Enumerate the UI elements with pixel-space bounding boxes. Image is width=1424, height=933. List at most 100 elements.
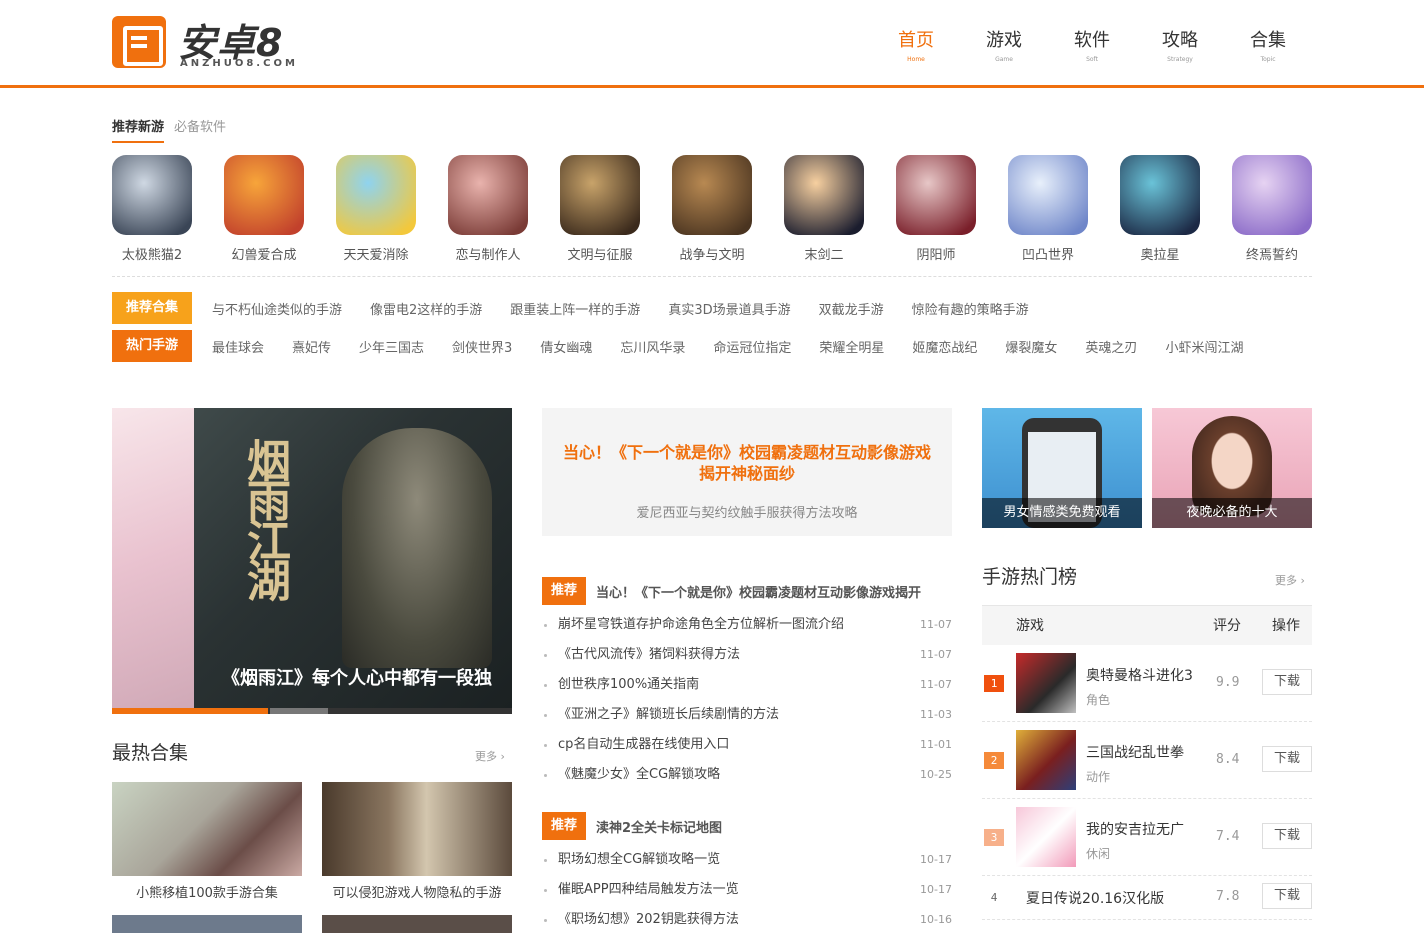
rank-badge: 1 — [984, 675, 1004, 692]
list-item[interactable]: 《亚洲之子》解锁班长后续剧情的方法 11-03 — [542, 700, 952, 730]
headline-title[interactable]: 当心！《下一个就是你》校园霸凌题材互动影像游戏揭开神秘面纱 — [556, 442, 938, 484]
nav-sublabel: Game — [995, 56, 1013, 63]
game-item[interactable]: 太极熊猫2 — [112, 155, 192, 263]
game-item[interactable]: 天天爱消除 — [336, 155, 416, 263]
tag-row-hot-games: 热门手游 最佳球会 熹妃传 少年三国志 剑侠世界3 倩女幽魂 忘川风华录 命运冠位指定 荣耀全明… — [112, 330, 1271, 362]
banner-title[interactable]: 《烟雨江》每个人心中都有一段独 — [222, 664, 492, 690]
banner-calligraphy: 烟雨江湖 — [239, 438, 290, 598]
banner-indicator-active[interactable] — [112, 708, 268, 714]
collections-more-link[interactable]: 更多 › — [475, 748, 505, 764]
tag-link[interactable]: 荣耀全明星 — [819, 337, 884, 356]
tag-link[interactable]: 少年三国志 — [359, 337, 424, 356]
tag-link[interactable]: 命运冠位指定 — [713, 337, 791, 356]
download-button[interactable]: 下载 — [1262, 669, 1312, 695]
beast-merge-game-icon — [224, 155, 304, 235]
angela-icon — [1016, 807, 1076, 867]
nav-item-home[interactable]: 首页 Home — [872, 26, 960, 63]
civilization-game-icon — [560, 155, 640, 235]
banner-indicator[interactable] — [270, 708, 328, 714]
rank-number: 4 — [990, 891, 998, 904]
hot-list-row[interactable]: 2 三国战纪乱世拳 动作 8.4 下载 — [982, 722, 1312, 799]
headline-subtitle[interactable]: 爱尼西亚与契约纹触手服获得方法攻略 — [542, 502, 952, 521]
collection-card[interactable]: 可以侵犯游戏人物隐私的手游 — [322, 782, 512, 901]
game-item[interactable]: 文明与征服 — [560, 155, 640, 263]
ad-banner-2[interactable]: 夜晚必备的十大 — [1152, 408, 1312, 528]
game-item[interactable]: 战争与文明 — [672, 155, 752, 263]
match-game-icon — [336, 155, 416, 235]
hot-game-name: 奥特曼格斗进化3 — [1086, 668, 1193, 684]
hot-list-row[interactable]: 1 奥特曼格斗进化3 角色 9.9 下载 — [982, 645, 1312, 722]
news-title: 创世秩序100%通关指南 — [542, 670, 699, 700]
hot-list-row[interactable]: 3 我的安吉拉无广 休闲 7.4 下载 — [982, 799, 1312, 876]
news-title: 职场幻想全CG解锁攻略一览 — [542, 845, 720, 875]
hot-list-row[interactable]: 4 夏日传说20.16汉化版 7.8 下载 — [982, 876, 1312, 920]
tag-link[interactable]: 跟重装上阵一样的手游 — [510, 299, 640, 318]
logo-mark-icon — [112, 16, 166, 68]
tag-link[interactable]: 与不朽仙途类似的手游 — [212, 299, 342, 318]
ad-caption: 男女情感类免费观看 — [982, 498, 1142, 528]
news-head-title[interactable]: 渎神2全关卡标记地图 — [596, 817, 722, 836]
download-button[interactable]: 下载 — [1262, 883, 1312, 909]
site-logo[interactable]: 安卓8 ANZHUO8.COM — [112, 14, 312, 72]
game-item[interactable]: 终焉誓约 — [1232, 155, 1312, 263]
hot-game-score: 7.8 — [1216, 889, 1240, 904]
hot-game-category: 角色 — [1086, 693, 1111, 707]
game-name: 阴阳师 — [916, 248, 956, 263]
nav-item-topic[interactable]: 合集 Topic — [1224, 26, 1312, 63]
game-name: 幻兽爱合成 — [231, 248, 297, 263]
tag-link[interactable]: 双截龙手游 — [819, 299, 884, 318]
news-title: 《职场幻想》202钥匙获得方法 — [542, 905, 739, 933]
news-title: 《古代风流传》猪饲料获得方法 — [542, 640, 740, 670]
download-button[interactable]: 下载 — [1262, 823, 1312, 849]
nav-item-game[interactable]: 游戏 Game — [960, 26, 1048, 63]
tag-link[interactable]: 像雷电2这样的手游 — [370, 299, 482, 318]
news-title: 《亚洲之子》解锁班长后续剧情的方法 — [542, 700, 779, 730]
game-item[interactable]: 阴阳师 — [896, 155, 976, 263]
nav-label: 软件 — [1074, 30, 1110, 51]
hot-game-category: 动作 — [1086, 770, 1111, 784]
tag-link[interactable]: 最佳球会 — [212, 337, 264, 356]
tag-link[interactable]: 小虾米闯江湖 — [1165, 337, 1243, 356]
news-head-title[interactable]: 当心！《下一个就是你》校园霸凌题材互动影像游戏揭开 — [596, 582, 921, 601]
news-head: 推荐 当心！《下一个就是你》校园霸凌题材互动影像游戏揭开 — [542, 577, 952, 605]
tag-link[interactable]: 爆裂魔女 — [1005, 337, 1057, 356]
war-game-icon — [672, 155, 752, 235]
banner-carousel[interactable]: 烟雨江湖 《烟雨江》每个人心中都有一段独 — [112, 408, 512, 714]
list-item[interactable]: 创世秩序100%通关指南 11-07 — [542, 670, 952, 700]
list-item[interactable]: 催眠APP四种结局触发方法一览 10-17 — [542, 875, 952, 905]
tag-link[interactable]: 熹妃传 — [292, 337, 331, 356]
tag-link[interactable]: 剑侠世界3 — [452, 337, 512, 356]
collection-image[interactable] — [112, 915, 302, 933]
more-label: 更多 — [475, 750, 497, 763]
game-item[interactable]: 末剑二 — [784, 155, 864, 263]
list-item[interactable]: 崩坏星穹铁道存护命途角色全方位解析一图流介绍 11-07 — [542, 610, 952, 640]
tag-link[interactable]: 英魂之刃 — [1085, 337, 1137, 356]
hot-list-more-link[interactable]: 更多 › — [1275, 572, 1305, 588]
list-item[interactable]: cp名自动生成器在线使用入口 11-01 — [542, 730, 952, 760]
list-item[interactable]: 职场幻想全CG解锁攻略一览 10-17 — [542, 845, 952, 875]
collection-card[interactable]: 小熊移植100款手游合集 — [112, 782, 302, 901]
aola-game-icon — [1120, 155, 1200, 235]
download-button[interactable]: 下载 — [1262, 746, 1312, 772]
tag-link[interactable]: 倩女幽魂 — [540, 337, 592, 356]
collection-image[interactable] — [322, 915, 512, 933]
tab-new-games[interactable]: 推荐新游 — [112, 116, 165, 143]
ad-banner-1[interactable]: 男女情感类免费观看 — [982, 408, 1142, 528]
game-item[interactable]: 幻兽爱合成 — [224, 155, 304, 263]
nav-item-strategy[interactable]: 攻略 Strategy — [1136, 26, 1224, 63]
news-block-2: 推荐 渎神2全关卡标记地图 职场幻想全CG解锁攻略一览 10-17 催眠APP四种结局触… — [542, 812, 952, 933]
col-score: 评分 — [1213, 618, 1241, 634]
game-item[interactable]: 凹凸世界 — [1008, 155, 1088, 263]
list-item[interactable]: 《职场幻想》202钥匙获得方法 10-16 — [542, 905, 952, 933]
list-item[interactable]: 《古代风流传》猪饲料获得方法 11-07 — [542, 640, 952, 670]
hot-game-name: 我的安吉拉无广 — [1086, 822, 1184, 838]
tag-link[interactable]: 惊险有趣的策略手游 — [912, 299, 1029, 318]
game-item[interactable]: 恋与制作人 — [448, 155, 528, 263]
tab-essential-apps[interactable]: 必备软件 — [174, 116, 226, 143]
tag-link[interactable]: 姬魔恋战纪 — [912, 337, 977, 356]
list-item[interactable]: 《魅魔少女》全CG解锁攻略 10-25 — [542, 760, 952, 790]
tag-link[interactable]: 忘川风华录 — [620, 337, 685, 356]
nav-item-soft[interactable]: 软件 Soft — [1048, 26, 1136, 63]
game-item[interactable]: 奥拉星 — [1120, 155, 1200, 263]
tag-link[interactable]: 真实3D场景道具手游 — [668, 299, 790, 318]
